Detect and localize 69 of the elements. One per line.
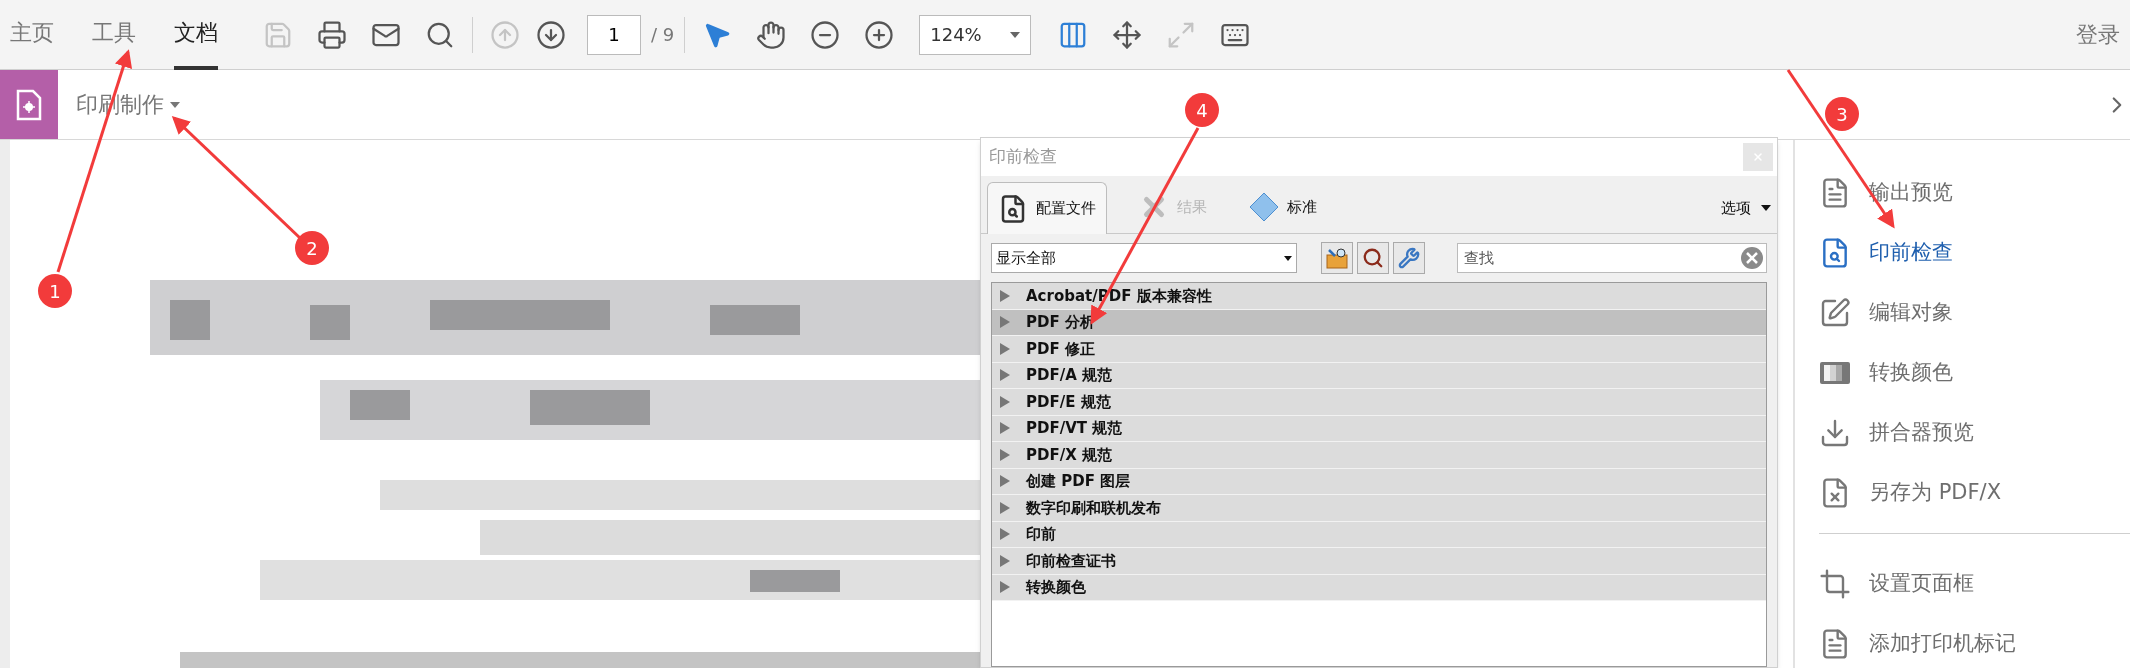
category-row[interactable]: PDF/X 规范	[992, 442, 1766, 469]
diamond-icon	[1249, 192, 1279, 222]
filter-dropdown[interactable]: 显示全部	[991, 243, 1297, 273]
caret-icon	[170, 101, 180, 108]
options-menu[interactable]: 选项	[1721, 196, 1771, 219]
expand-arrow-icon[interactable]	[1000, 448, 1010, 461]
tool-item[interactable]: 拼合器预览	[1795, 403, 2130, 463]
zoom-dropdown[interactable]: 124%	[919, 14, 1032, 55]
tool-item[interactable]: 设置页面框	[1795, 554, 2130, 614]
category-row[interactable]: PDF/VT 规范	[992, 415, 1766, 442]
color-bars-icon	[1819, 361, 1851, 385]
expand-arrow-icon[interactable]	[1000, 475, 1010, 488]
caret-icon	[1284, 255, 1292, 261]
toolbox-icon	[1325, 247, 1349, 269]
expand-arrow-icon[interactable]	[1000, 422, 1010, 435]
search-field[interactable]: 查找	[1457, 243, 1767, 273]
expand-arrow-icon[interactable]	[1000, 369, 1010, 382]
search-icon	[1362, 247, 1384, 269]
search-button[interactable]	[1357, 242, 1389, 274]
dialog-tab[interactable]: 标准	[1239, 181, 1327, 233]
category-row[interactable]: 印前	[992, 521, 1766, 548]
caret-icon	[1010, 31, 1021, 38]
nav-tab[interactable]: 工具	[92, 0, 136, 70]
download-icon	[1819, 417, 1851, 449]
page-count: / 9	[651, 23, 675, 47]
expand-arrow-icon[interactable]	[1000, 528, 1010, 541]
dialog-title: 印前检查	[989, 145, 1057, 169]
category-row[interactable]: 创建 PDF 图层	[992, 468, 1766, 495]
tool-item[interactable]: 转换颜色	[1795, 343, 2130, 403]
zoom-out-icon	[810, 19, 841, 50]
tool-item[interactable]: 编辑对象	[1795, 283, 2130, 343]
hand-icon	[756, 19, 787, 50]
expand-arrow-icon[interactable]	[1000, 501, 1010, 514]
category-row[interactable]: PDF 修正	[992, 336, 1766, 363]
category-row[interactable]: 印前检查证书	[992, 548, 1766, 575]
move-icon	[1112, 19, 1143, 50]
close-icon	[1752, 151, 1764, 163]
annotation-badge: 4	[1185, 93, 1219, 127]
tool-item[interactable]: 另存为 PDF/X	[1795, 463, 2130, 523]
category-row[interactable]: 转换颜色	[992, 574, 1766, 601]
toolbox-button[interactable]	[1321, 242, 1353, 274]
login-link[interactable]: 登录	[2076, 18, 2120, 51]
category-row[interactable]: PDF/A 规范	[992, 362, 1766, 389]
arrow-down-icon	[536, 19, 566, 50]
caret-icon	[1761, 204, 1771, 211]
expand-arrow-icon[interactable]	[1000, 342, 1010, 355]
expand-arrow-icon[interactable]	[1000, 395, 1010, 408]
crop-icon	[1819, 568, 1851, 600]
clear-icon[interactable]	[1740, 246, 1764, 270]
edit-icon	[1819, 297, 1851, 329]
wrench-icon	[1398, 247, 1420, 269]
category-row[interactable]: PDF/E 规范	[992, 389, 1766, 416]
zoom-in-icon	[864, 19, 895, 50]
nav-tab[interactable]: 主页	[10, 0, 54, 70]
document-target-icon	[16, 88, 42, 121]
arrow-up-icon	[490, 19, 520, 50]
expand-arrow-icon[interactable]	[1000, 581, 1010, 594]
annotation-badge: 3	[1825, 97, 1859, 131]
dialog-tab[interactable]: 配置文件	[987, 182, 1107, 234]
tool-item[interactable]: 印前检查	[1795, 223, 2130, 283]
category-row[interactable]: 数字印刷和联机发布	[992, 495, 1766, 522]
settings-button[interactable]	[1393, 242, 1425, 274]
expand-arrow-icon[interactable]	[1000, 554, 1010, 567]
expand-arrow-icon[interactable]	[1000, 316, 1010, 329]
print-icon	[317, 19, 347, 50]
tool-item[interactable]: 添加打印机标记	[1795, 614, 2130, 668]
nav-tab[interactable]: 文档	[174, 0, 218, 70]
expand-arrow-icon[interactable]	[1000, 289, 1010, 302]
page-number-field[interactable]: 1	[587, 14, 641, 55]
